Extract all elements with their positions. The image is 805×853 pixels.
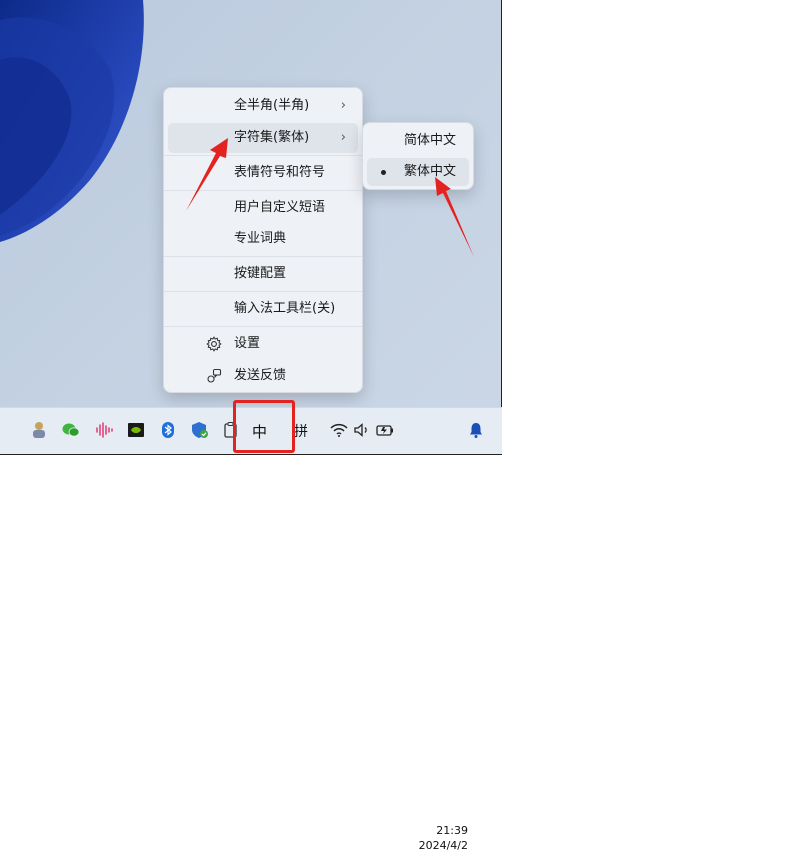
menu-item-label: 表情符号和符号 bbox=[234, 165, 326, 180]
wifi-icon[interactable] bbox=[329, 420, 349, 440]
menu-item-label: 专业词典 bbox=[234, 231, 287, 246]
audio-wave-icon[interactable] bbox=[94, 420, 114, 440]
menu-item-user-phrases[interactable]: 用户自定义短语 bbox=[168, 193, 358, 223]
menu-item-label: 输入法工具栏(关) bbox=[234, 301, 336, 316]
menu-divider bbox=[164, 256, 362, 257]
submenu-item-traditional[interactable]: 繁体中文 bbox=[367, 158, 469, 186]
menu-divider bbox=[164, 190, 362, 191]
menu-item-feedback[interactable]: 发送反馈 bbox=[168, 361, 358, 391]
speaker-icon[interactable] bbox=[352, 420, 372, 440]
charset-submenu: 简体中文 繁体中文 bbox=[362, 122, 474, 190]
menu-item-label: 按键配置 bbox=[234, 266, 287, 281]
people-icon[interactable] bbox=[29, 420, 49, 440]
menu-divider bbox=[164, 326, 362, 327]
menu-item-emoji-symbols[interactable]: 表情符号和符号 bbox=[168, 158, 358, 188]
ime-context-menu: 全半角(半角) › 字符集(繁体) › 表情符号和符号 用户自定义短语 专业词典… bbox=[163, 87, 363, 393]
wechat-icon[interactable] bbox=[61, 420, 81, 440]
nvidia-icon[interactable] bbox=[126, 420, 146, 440]
menu-item-key-config[interactable]: 按键配置 bbox=[168, 259, 358, 289]
submenu-item-label: 简体中文 bbox=[404, 133, 457, 148]
chevron-right-icon: › bbox=[340, 130, 346, 145]
notification-bell-icon[interactable] bbox=[466, 420, 486, 440]
system-clock[interactable]: 21:39 2024/4/2 bbox=[408, 823, 468, 853]
menu-item-label: 全半角(半角) bbox=[234, 98, 310, 113]
clock-date: 2024/4/2 bbox=[418, 839, 468, 852]
submenu-item-simplified[interactable]: 简体中文 bbox=[367, 127, 469, 155]
bluetooth-icon[interactable] bbox=[158, 420, 178, 440]
ime-pinyin-indicator[interactable]: 拼 bbox=[294, 421, 308, 441]
clock-time: 21:39 bbox=[436, 824, 468, 837]
menu-item-label: 发送反馈 bbox=[234, 368, 287, 383]
menu-item-full-half-width[interactable]: 全半角(半角) › bbox=[168, 91, 358, 121]
menu-item-label: 用户自定义短语 bbox=[234, 200, 326, 215]
menu-item-label: 设置 bbox=[234, 336, 261, 351]
submenu-item-label: 繁体中文 bbox=[404, 164, 457, 179]
gear-icon bbox=[206, 336, 222, 352]
menu-item-pro-dictionary[interactable]: 专业词典 bbox=[168, 224, 358, 254]
menu-item-settings[interactable]: 设置 bbox=[168, 329, 358, 359]
feedback-icon bbox=[207, 368, 222, 383]
red-highlight-box bbox=[233, 400, 295, 453]
menu-item-ime-toolbar[interactable]: 输入法工具栏(关) bbox=[168, 294, 358, 324]
menu-item-label: 字符集(繁体) bbox=[234, 130, 310, 145]
chevron-right-icon: › bbox=[340, 98, 346, 113]
menu-item-charset[interactable]: 字符集(繁体) › bbox=[168, 123, 358, 153]
menu-divider bbox=[164, 291, 362, 292]
menu-divider bbox=[164, 155, 362, 156]
security-shield-icon[interactable] bbox=[190, 420, 210, 440]
selected-bullet-icon bbox=[381, 170, 386, 175]
battery-icon[interactable] bbox=[375, 420, 395, 440]
wallpaper-bloom bbox=[0, 0, 144, 242]
